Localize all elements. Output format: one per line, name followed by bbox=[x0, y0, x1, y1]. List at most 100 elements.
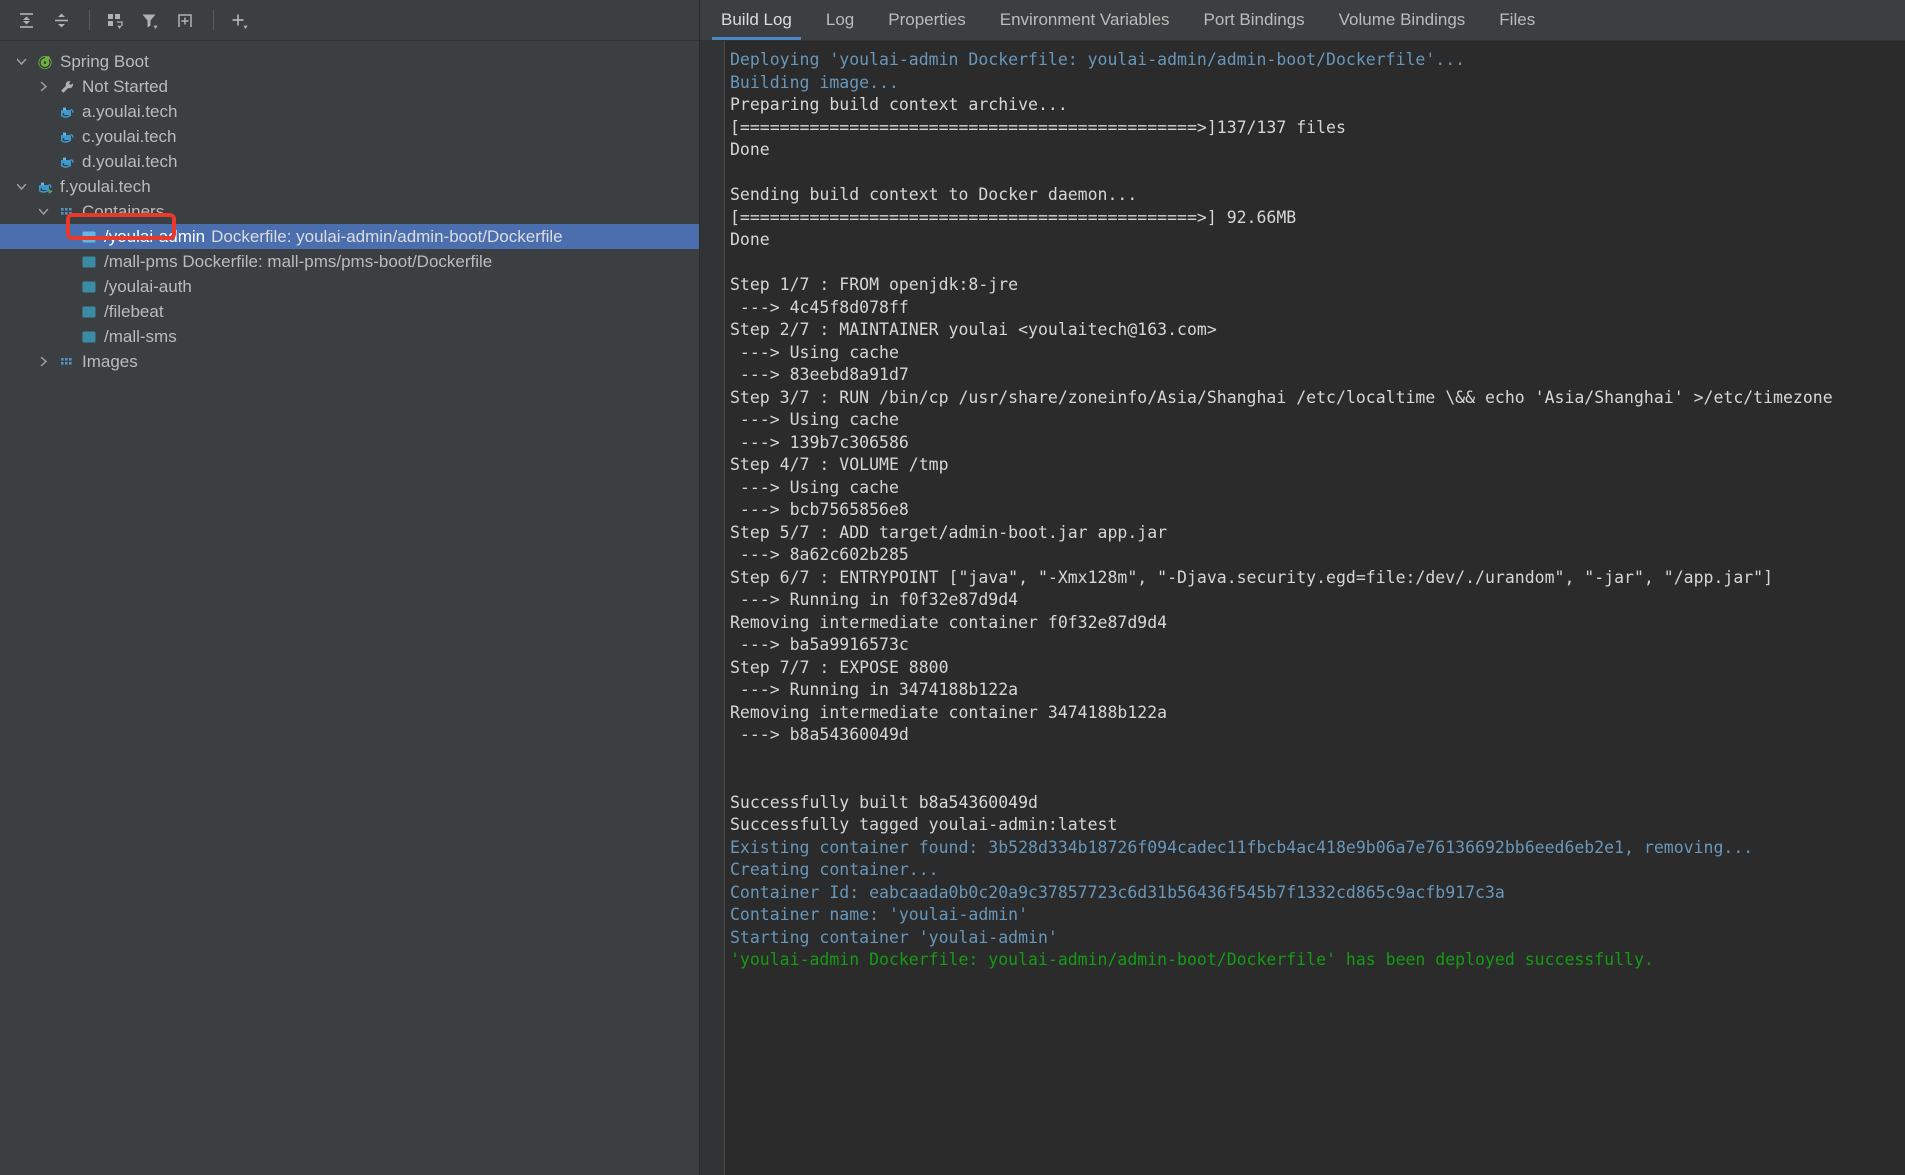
tree-row-label: /mall-sms bbox=[104, 326, 177, 346]
chevron-down-icon[interactable] bbox=[10, 49, 32, 74]
group-by-icon[interactable] bbox=[99, 5, 131, 35]
tree-arrow-placeholder bbox=[54, 224, 76, 249]
docker-running-icon bbox=[32, 174, 58, 199]
log-line: Done bbox=[730, 230, 770, 249]
log-line: Preparing build context archive... bbox=[730, 95, 1068, 114]
log-line: ---> b8a54360049d bbox=[730, 725, 909, 744]
log-line: ---> Running in 3474188b122a bbox=[730, 680, 1019, 699]
tree-row-f-youlai-tech[interactable]: f.youlai.tech bbox=[0, 174, 699, 199]
log-line: ---> 83eebd8a91d7 bbox=[730, 365, 909, 384]
tree-row-detail: Dockerfile: youlai-admin/admin-boot/Dock… bbox=[211, 226, 563, 246]
log-line: [=======================================… bbox=[730, 117, 1346, 137]
tree-row-containers[interactable]: Containers bbox=[0, 199, 699, 224]
tree-row-d-youlai-tech[interactable]: d.youlai.tech bbox=[0, 149, 699, 174]
tree-row-label: Containers bbox=[82, 201, 165, 221]
add-icon[interactable] bbox=[223, 5, 255, 35]
details-tabbar: Build Log Log Properties Environment Variab… bbox=[700, 0, 1905, 41]
tree-row-a-youlai-tech[interactable]: a.youlai.tech bbox=[0, 99, 699, 124]
tab-properties[interactable]: Properties bbox=[871, 0, 982, 40]
log-line: ---> Using cache bbox=[730, 410, 899, 429]
tab-label: Environment Variables bbox=[999, 10, 1170, 29]
containers-grid-icon bbox=[54, 199, 80, 224]
tree-arrow-placeholder bbox=[32, 149, 54, 174]
tab-volume-bindings[interactable]: Volume Bindings bbox=[1322, 0, 1483, 40]
console-gutter bbox=[700, 41, 725, 1175]
collapse-all-icon[interactable] bbox=[45, 5, 77, 35]
log-line: Removing intermediate container f0f32e87… bbox=[730, 612, 1168, 632]
services-tree[interactable]: Spring Boot Not Started a.youlai.tech c.you… bbox=[0, 41, 699, 1175]
log-line: Building image... bbox=[730, 72, 899, 92]
services-toolbar bbox=[0, 0, 699, 41]
log-line: Step 2/7 : MAINTAINER youlai <youlaitech… bbox=[730, 320, 1217, 339]
docker-icon bbox=[54, 124, 80, 149]
tab-label: Build Log bbox=[721, 10, 792, 29]
tab-label: Port Bindings bbox=[1203, 10, 1305, 29]
tree-row-filebeat[interactable]: /filebeat bbox=[0, 299, 699, 324]
log-line: [=======================================… bbox=[730, 207, 1297, 227]
log-line: Step 1/7 : FROM openjdk:8-jre bbox=[730, 275, 1019, 294]
tree-row-c-youlai-tech[interactable]: c.youlai.tech bbox=[0, 124, 699, 149]
expand-all-icon[interactable] bbox=[10, 5, 42, 35]
log-line: Container name: 'youlai-admin' bbox=[730, 905, 1029, 924]
tab-log[interactable]: Log bbox=[809, 0, 871, 40]
tab-port-bindings[interactable]: Port Bindings bbox=[1187, 0, 1322, 40]
toolbar-separator-1 bbox=[89, 10, 90, 30]
log-line: Step 6/7 : ENTRYPOINT ["java", "-Xmx128m… bbox=[730, 567, 1774, 587]
container-running-icon bbox=[76, 224, 102, 249]
build-log-console[interactable]: Deploying 'youlai-admin Dockerfile: youl… bbox=[725, 41, 1905, 1175]
log-line: 'youlai-admin Dockerfile: youlai-admin/a… bbox=[730, 950, 1654, 969]
build-log-area: Deploying 'youlai-admin Dockerfile: youl… bbox=[700, 41, 1905, 1175]
container-icon bbox=[76, 299, 102, 324]
chevron-down-icon[interactable] bbox=[32, 199, 54, 224]
log-line: Step 3/7 : RUN /bin/cp /usr/share/zonein… bbox=[730, 387, 1833, 407]
tree-row-label: /filebeat bbox=[104, 301, 164, 321]
log-line: ---> 4c45f8d078ff bbox=[730, 297, 909, 317]
tree-row-mall-sms[interactable]: /mall-sms bbox=[0, 324, 699, 349]
log-line: Sending build context to Docker daemon..… bbox=[730, 185, 1138, 204]
tree-row-mall-pms-dockerfile-mall-pms-pms-boot-dockerfile[interactable]: /mall-pms Dockerfile: mall-pms/pms-boot/… bbox=[0, 249, 699, 274]
chevron-down-icon[interactable] bbox=[10, 174, 32, 199]
tree-arrow-placeholder bbox=[54, 299, 76, 324]
tab-environment-variables[interactable]: Environment Variables bbox=[983, 0, 1187, 40]
filter-icon[interactable] bbox=[134, 5, 166, 35]
tab-label: Properties bbox=[888, 10, 966, 29]
tree-row-images[interactable]: Images bbox=[0, 349, 699, 374]
log-line: Starting container 'youlai-admin' bbox=[730, 927, 1058, 947]
tab-build-log[interactable]: Build Log bbox=[704, 0, 809, 40]
docker-icon bbox=[54, 149, 80, 174]
log-line: ---> 8a62c602b285 bbox=[730, 545, 909, 564]
tree-row-label: /youlai-auth bbox=[104, 276, 192, 296]
log-line: Container Id: eabcaada0b0c20a9c37857723c… bbox=[730, 882, 1505, 902]
docker-tool-window: Spring Boot Not Started a.youlai.tech c.you… bbox=[0, 0, 1905, 1175]
log-line: Deploying 'youlai-admin Dockerfile: youl… bbox=[730, 50, 1466, 69]
tree-row-label: /mall-pms Dockerfile: mall-pms/pms-boot/… bbox=[104, 251, 493, 271]
add-frame-icon[interactable] bbox=[169, 5, 201, 35]
log-line: Removing intermediate container 3474188b… bbox=[730, 702, 1168, 722]
tab-label: Log bbox=[825, 10, 855, 29]
tree-row-youlai-admin[interactable]: /youlai-admin Dockerfile: youlai-admin/ad… bbox=[0, 224, 699, 249]
tree-row-youlai-auth[interactable]: /youlai-auth bbox=[0, 274, 699, 299]
log-line: ---> Using cache bbox=[730, 342, 899, 362]
log-line: ---> bcb7565856e8 bbox=[730, 500, 909, 519]
tree-row-spring-boot[interactable]: Spring Boot bbox=[0, 49, 699, 74]
container-icon bbox=[76, 249, 102, 274]
tree-row-not-started[interactable]: Not Started bbox=[0, 74, 699, 99]
tab-label: Files bbox=[1499, 10, 1536, 29]
chevron-right-icon[interactable] bbox=[32, 74, 54, 99]
tab-files[interactable]: Files bbox=[1482, 0, 1552, 40]
services-panel: Spring Boot Not Started a.youlai.tech c.you… bbox=[0, 0, 699, 1175]
container-icon bbox=[76, 274, 102, 299]
container-icon bbox=[76, 324, 102, 349]
chevron-right-icon[interactable] bbox=[32, 349, 54, 374]
log-line: Step 5/7 : ADD target/admin-boot.jar app… bbox=[730, 522, 1168, 542]
tree-arrow-placeholder bbox=[54, 324, 76, 349]
tree-arrow-placeholder bbox=[54, 274, 76, 299]
toolbar-separator-2 bbox=[213, 10, 214, 30]
tree-row-label: Not Started bbox=[82, 76, 168, 96]
containers-grid-icon bbox=[54, 349, 80, 374]
log-line: Successfully built b8a54360049d bbox=[730, 792, 1038, 812]
